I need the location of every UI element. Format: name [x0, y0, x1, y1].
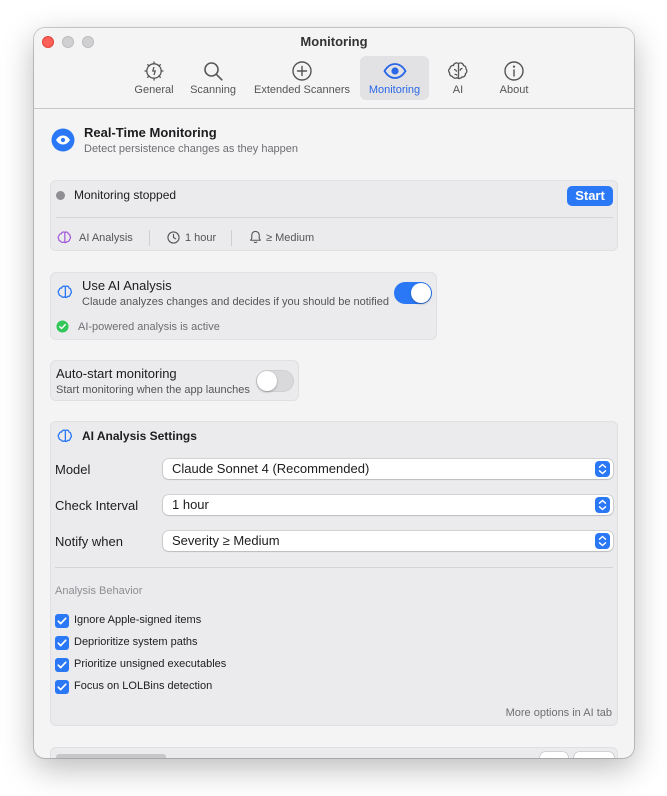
- behavior-label: Deprioritize system paths: [74, 636, 198, 648]
- tab-about[interactable]: About: [492, 56, 536, 100]
- tab-label: AI: [452, 84, 464, 96]
- notify-select[interactable]: Severity ≥ Medium: [163, 531, 613, 551]
- clock-icon: [167, 231, 180, 244]
- lolbins-checkbox[interactable]: [55, 680, 69, 694]
- interval-indicator: 1 hour: [185, 232, 217, 244]
- tab-general[interactable]: General: [130, 56, 178, 100]
- notify-value: Severity ≥ Medium: [172, 533, 280, 548]
- divider: [55, 567, 613, 568]
- interval-value: 1 hour: [172, 497, 209, 512]
- autostart-toggle[interactable]: [256, 370, 294, 392]
- autostart-title: Auto-start monitoring: [56, 366, 177, 381]
- checkmark-icon: [57, 661, 67, 669]
- ai-analysis-toggle[interactable]: [394, 282, 432, 304]
- window-title: Monitoring: [300, 34, 368, 49]
- deprioritize-system-checkbox[interactable]: [55, 636, 69, 650]
- behavior-label: Prioritize unsigned executables: [74, 658, 227, 670]
- toggle-knob: [411, 283, 431, 303]
- prioritize-unsigned-checkbox[interactable]: [55, 658, 69, 672]
- chevron-updown-icon: [595, 533, 610, 549]
- bell-icon: [250, 230, 261, 244]
- preferences-toolbar: General Scanning Extended Scanners Monit…: [34, 56, 634, 100]
- clipped-section-title: [56, 754, 166, 758]
- eye-badge-icon: [51, 128, 75, 152]
- ai-toggle-title: Use AI Analysis: [82, 278, 172, 293]
- monitored-categories-card: [50, 747, 618, 758]
- chevron-updown-icon: [595, 461, 610, 477]
- checkmark-icon: [57, 683, 67, 691]
- status-dot: [56, 191, 65, 200]
- interval-label: Check Interval: [55, 498, 139, 513]
- info-icon: [504, 61, 524, 81]
- autostart-card: Auto-start monitoring Start monitoring w…: [50, 360, 299, 401]
- ai-toggle-description: Claude analyzes changes and decides if y…: [82, 296, 389, 308]
- chevron-updown-icon: [595, 497, 610, 513]
- brain-icon: [57, 429, 73, 443]
- page-subtitle: Detect persistence changes as they happe…: [84, 143, 299, 155]
- divider: [56, 217, 613, 218]
- divider: [149, 230, 150, 246]
- ai-active-text: AI-powered analysis is active: [78, 321, 220, 333]
- tab-label: General: [134, 84, 174, 96]
- brain-icon: [57, 285, 73, 299]
- brain-icon: [448, 62, 468, 80]
- model-label: Model: [55, 462, 91, 477]
- tab-label: Monitoring: [368, 84, 421, 96]
- autostart-description: Start monitoring when the app launches: [56, 384, 250, 396]
- select-all-button[interactable]: [540, 752, 568, 758]
- checkmark-icon: [57, 617, 67, 625]
- divider: [231, 230, 232, 246]
- tab-ai[interactable]: AI: [439, 56, 477, 100]
- preferences-window: Monitoring General Scanning Extended Sca…: [34, 28, 634, 758]
- monitoring-pane: Real-Time Monitoring Detect persistence …: [34, 109, 634, 758]
- behavior-label: Focus on LOLBins detection: [74, 680, 213, 692]
- behavior-heading: Analysis Behavior: [55, 585, 143, 597]
- ignore-apple-checkbox[interactable]: [55, 614, 69, 628]
- more-options-link[interactable]: More options in AI tab: [506, 707, 612, 719]
- ai-analysis-indicator: AI Analysis: [79, 232, 133, 244]
- ai-analysis-card: Use AI Analysis Claude analyzes changes …: [50, 272, 437, 340]
- gear-icon: [144, 61, 164, 81]
- brain-icon: [57, 231, 72, 244]
- tab-label: Scanning: [190, 84, 236, 96]
- select-none-button[interactable]: [574, 752, 614, 758]
- title-bar: Monitoring General Scanning Extended Sca…: [34, 28, 634, 109]
- tab-label: About: [499, 84, 529, 96]
- notify-label: Notify when: [55, 534, 123, 549]
- plus-circle-icon: [292, 61, 312, 81]
- model-value: Claude Sonnet 4 (Recommended): [172, 461, 370, 476]
- tab-extended-scanners[interactable]: Extended Scanners: [249, 56, 355, 100]
- severity-indicator: ≥ Medium: [266, 232, 315, 244]
- magnifier-icon: [204, 62, 223, 81]
- settings-title: AI Analysis Settings: [82, 429, 197, 443]
- tab-scanning[interactable]: Scanning: [185, 56, 241, 100]
- status-text: Monitoring stopped: [74, 188, 177, 202]
- monitoring-status-card: Monitoring stopped Start AI Analysis 1 h…: [50, 180, 618, 251]
- behavior-label: Ignore Apple-signed items: [74, 614, 202, 626]
- checkmark-icon: [57, 639, 67, 647]
- check-interval-select[interactable]: 1 hour: [163, 495, 613, 515]
- start-button[interactable]: Start: [567, 186, 613, 206]
- tab-label: Extended Scanners: [253, 84, 350, 96]
- tab-monitoring[interactable]: Monitoring: [360, 56, 429, 100]
- ai-settings-card: AI Analysis Settings Model Claude Sonnet…: [50, 421, 618, 726]
- model-select[interactable]: Claude Sonnet 4 (Recommended): [163, 459, 613, 479]
- eye-icon: [382, 63, 407, 79]
- toggle-knob: [257, 371, 277, 391]
- checkmark-circle-icon: [56, 320, 69, 333]
- page-title: Real-Time Monitoring: [84, 125, 217, 140]
